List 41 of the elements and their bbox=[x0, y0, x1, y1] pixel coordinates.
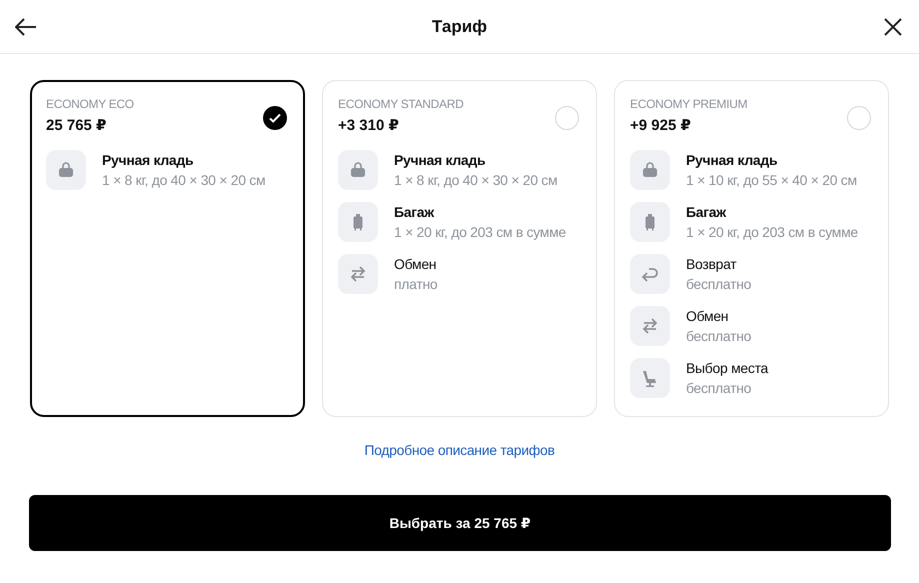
feature-detail: 1 × 10 кг, до 55 × 40 × 20 см bbox=[686, 172, 857, 188]
feature-title: Обмен bbox=[686, 308, 730, 324]
tariff-card[interactable]: ECONOMY PREMIUM +9 925 ₽ Ручная кладь 1 × 10 кг, до 55 × 40 × 20 см Багаж 1 × 20 кг, до 203 см в сумме Возврат бесплатно Обмен бесплатно Выбор места бесплатно bbox=[614, 80, 889, 417]
checked-radio-icon[interactable] bbox=[263, 106, 287, 130]
tariff-details-link[interactable]: Подробное описание тарифов bbox=[364, 442, 555, 458]
tariff-price: 25 765 ₽ bbox=[46, 116, 108, 134]
radio-icon[interactable] bbox=[847, 106, 871, 130]
feature-detail: бесплатно bbox=[686, 328, 752, 344]
feature-detail: платно bbox=[394, 276, 438, 292]
handbag-icon bbox=[338, 150, 378, 190]
feature-detail: 1 × 20 кг, до 203 см в сумме bbox=[686, 224, 858, 240]
feature-detail: 1 × 8 кг, до 40 × 30 × 20 см bbox=[394, 172, 558, 188]
feature-title: Ручная кладь bbox=[394, 152, 486, 168]
suitcase-icon bbox=[338, 202, 378, 242]
handbag-icon bbox=[630, 150, 670, 190]
suitcase-icon bbox=[630, 202, 670, 242]
select-fare-button[interactable]: Выбрать за 25 765 ₽ bbox=[29, 495, 891, 551]
tariff-name: ECONOMY ECO bbox=[46, 97, 134, 111]
seat-icon bbox=[630, 358, 670, 398]
tariff-name: ECONOMY PREMIUM bbox=[630, 97, 748, 111]
tariff-card[interactable]: ECONOMY ECO 25 765 ₽ Ручная кладь 1 × 8 кг, до 40 × 30 × 20 см bbox=[30, 80, 305, 417]
feature-title: Обмен bbox=[394, 256, 438, 272]
feature-detail: бесплатно bbox=[686, 276, 752, 292]
radio-icon[interactable] bbox=[555, 106, 579, 130]
feature-title: Багаж bbox=[394, 204, 436, 220]
tariff-price: +3 310 ₽ bbox=[338, 116, 400, 134]
tariff-price: +9 925 ₽ bbox=[630, 116, 692, 134]
handbag-icon bbox=[46, 150, 86, 190]
feature-detail: 1 × 8 кг, до 40 × 30 × 20 см bbox=[102, 172, 266, 188]
feature-title: Ручная кладь bbox=[686, 152, 778, 168]
tariff-name: ECONOMY STANDARD bbox=[338, 97, 464, 111]
feature-title: Выбор места bbox=[686, 360, 768, 376]
dialog-title: Тариф bbox=[432, 16, 488, 36]
feature-title: Возврат bbox=[686, 256, 738, 272]
feature-detail: 1 × 20 кг, до 203 см в сумме bbox=[394, 224, 566, 240]
feature-title: Ручная кладь bbox=[102, 152, 194, 168]
exchange-arrows-icon bbox=[338, 254, 378, 294]
feature-title: Багаж bbox=[686, 204, 728, 220]
tariff-card[interactable]: ECONOMY STANDARD +3 310 ₽ Ручная кладь 1 × 8 кг, до 40 × 30 × 20 см Багаж 1 × 20 кг, до 203 см в сумме Обмен платно bbox=[322, 80, 597, 417]
feature-detail: бесплатно bbox=[686, 380, 752, 396]
exchange-arrows-icon bbox=[630, 306, 670, 346]
